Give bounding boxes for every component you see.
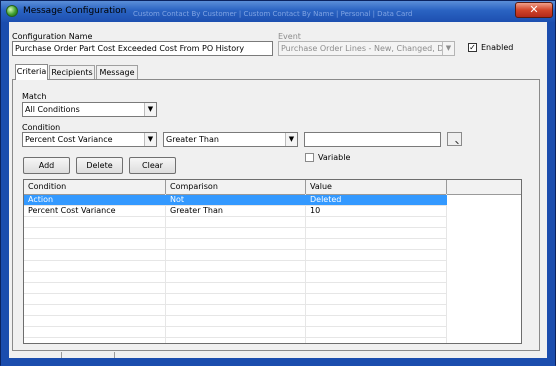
comparison-dropdown[interactable]: Greater Than ▼: [163, 132, 298, 147]
close-button[interactable]: ✕: [515, 2, 553, 18]
delete-button[interactable]: Delete: [76, 157, 123, 174]
column-header-value[interactable]: Value: [306, 180, 447, 194]
variable-checkbox[interactable]: [305, 153, 314, 162]
configuration-name-label: Configuration Name: [12, 32, 93, 41]
tab-message[interactable]: Message: [96, 65, 138, 79]
chevron-down-icon: ▼: [144, 133, 156, 146]
tab-recipients[interactable]: Recipients: [49, 65, 95, 79]
match-label: Match: [22, 92, 47, 101]
grid-row-divider: [24, 315, 447, 316]
app-globe-icon: [6, 5, 18, 17]
grid-row-divider: [24, 304, 447, 305]
table-row[interactable]: Percent Cost Variance Greater Than 10: [24, 206, 447, 216]
column-header-condition[interactable]: Condition: [24, 180, 166, 194]
grid-row-divider: [24, 282, 447, 283]
chevron-down-icon: ▼: [144, 103, 156, 116]
grid-row-divider: [24, 326, 447, 327]
add-button[interactable]: Add: [23, 157, 70, 174]
background-window-tabs: Custom Contact By Customer | Custom Cont…: [133, 10, 413, 18]
cell-value: Deleted: [310, 195, 342, 204]
cell-comparison: Not: [170, 195, 185, 204]
table-row[interactable]: Action Not Deleted: [24, 195, 447, 205]
grid-row-divider: [24, 271, 447, 272]
footer-divider: [114, 352, 115, 358]
close-icon: ✕: [529, 3, 539, 16]
message-configuration-window: Message Configuration Custom Contact By …: [0, 0, 556, 366]
condition-field-dropdown[interactable]: Percent Cost Variance ▼: [22, 132, 157, 147]
enabled-label: Enabled: [481, 43, 514, 52]
cell-comparison: Greater Than: [170, 206, 223, 215]
grid-row-divider: [24, 238, 447, 239]
chevron-down-icon: ▼: [285, 133, 297, 146]
chevron-down-icon: ▼: [442, 42, 454, 55]
variable-label: Variable: [318, 153, 351, 162]
event-dropdown[interactable]: Purchase Order Lines - New, Changed, Del…: [278, 41, 455, 56]
grid-row-divider: [24, 337, 447, 338]
cell-value: 10: [310, 206, 321, 215]
grid-row-divider: [24, 249, 447, 250]
cell-condition: Percent Cost Variance: [28, 206, 116, 215]
column-header-comparison[interactable]: Comparison: [166, 180, 306, 194]
condition-value-input[interactable]: [304, 132, 441, 147]
footer-divider: [61, 352, 62, 358]
grid-row-divider: [24, 260, 447, 261]
match-dropdown[interactable]: All Conditions ▼: [22, 102, 157, 117]
tab-criteria[interactable]: Criteria: [15, 64, 48, 80]
condition-field-value: Percent Cost Variance: [25, 135, 113, 144]
window-frame-right: [547, 22, 555, 366]
comparison-value: Greater Than: [166, 135, 219, 144]
grid-row-divider: [24, 227, 447, 228]
event-label: Event: [278, 32, 301, 41]
ellipsis-icon: [455, 140, 459, 145]
condition-label: Condition: [22, 123, 61, 132]
value-picker-button[interactable]: [447, 132, 462, 146]
grid-row-divider: [24, 216, 447, 217]
grid-header: Condition Comparison Value: [24, 180, 521, 195]
configuration-name-input[interactable]: Purchase Order Part Cost Exceeded Cost F…: [12, 41, 273, 56]
window-title: Message Configuration: [23, 6, 127, 16]
conditions-grid[interactable]: Condition Comparison Value Action Not De…: [23, 179, 522, 344]
grid-row-divider: [24, 293, 447, 294]
event-value: Purchase Order Lines - New, Changed, Del…: [281, 44, 455, 53]
enabled-checkbox[interactable]: ✓: [468, 43, 477, 52]
match-value: All Conditions: [25, 105, 80, 114]
title-bar[interactable]: Message Configuration Custom Contact By …: [1, 1, 555, 22]
window-frame-left: [1, 22, 9, 366]
cell-condition: Action: [28, 195, 54, 204]
clear-button[interactable]: Clear: [129, 157, 176, 174]
